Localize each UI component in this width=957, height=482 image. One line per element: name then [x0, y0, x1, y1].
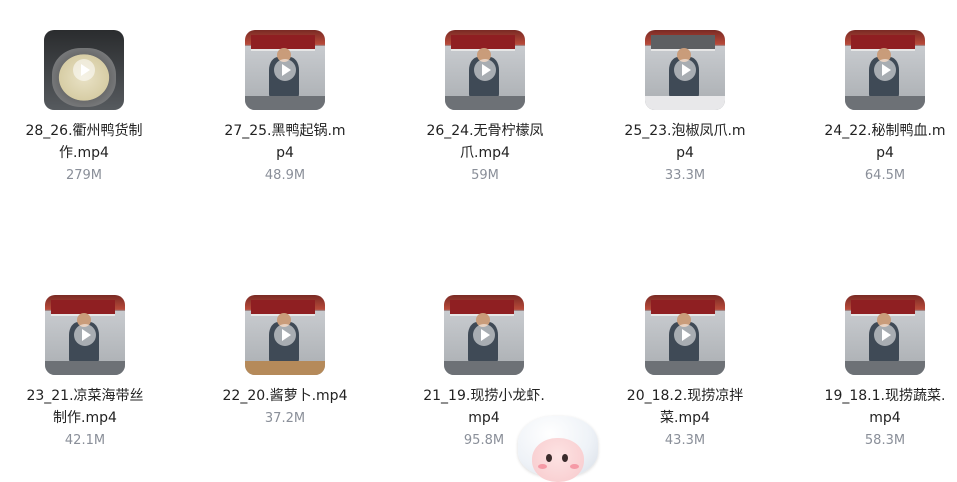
video-thumbnail[interactable]: [645, 30, 725, 110]
file-item[interactable]: 26_24.无骨柠檬凤爪.mp4 59M: [405, 30, 565, 188]
file-size: 43.3M: [664, 433, 706, 448]
file-name[interactable]: 19_18.1.现捞蔬菜.mp4: [821, 385, 949, 429]
video-thumbnail[interactable]: [645, 295, 725, 375]
file-name[interactable]: 24_22.秘制鸭血.mp4: [821, 120, 949, 164]
video-thumbnail[interactable]: [245, 30, 325, 110]
file-name[interactable]: 22_20.酱萝卜.mp4: [210, 385, 360, 407]
file-size: 64.5M: [864, 168, 906, 183]
file-grid: 28_26.衢州鸭货制作.mp4 279M 27_25.黑鸭起锅.mp4 48.…: [0, 0, 957, 473]
file-item[interactable]: 20_18.2.现捞凉拌菜.mp4 43.3M: [605, 295, 765, 453]
file-name[interactable]: 20_18.2.现捞凉拌菜.mp4: [621, 385, 749, 429]
file-item[interactable]: 25_23.泡椒凤爪.mp4 33.3M: [605, 30, 765, 188]
play-icon[interactable]: [874, 324, 896, 346]
file-size: 37.2M: [264, 411, 306, 426]
assistant-mascot-icon[interactable]: [516, 412, 600, 482]
file-name[interactable]: 28_26.衢州鸭货制作.mp4: [20, 120, 148, 164]
video-thumbnail[interactable]: [445, 30, 525, 110]
play-icon[interactable]: [473, 324, 495, 346]
file-item[interactable]: 22_20.酱萝卜.mp4 37.2M: [205, 295, 365, 431]
play-icon[interactable]: [274, 324, 296, 346]
play-icon[interactable]: [674, 324, 696, 346]
file-size: 33.3M: [664, 168, 706, 183]
file-size: 59M: [471, 168, 499, 183]
file-item[interactable]: 19_18.1.现捞蔬菜.mp4 58.3M: [805, 295, 957, 453]
play-icon[interactable]: [674, 59, 696, 81]
file-size: 58.3M: [864, 433, 906, 448]
video-thumbnail[interactable]: [845, 295, 925, 375]
file-size: 279M: [65, 168, 103, 183]
video-thumbnail[interactable]: [245, 295, 325, 375]
file-item[interactable]: 23_21.凉菜海带丝制作.mp4 42.1M: [5, 295, 165, 453]
video-thumbnail[interactable]: [444, 295, 524, 375]
play-icon[interactable]: [74, 324, 96, 346]
play-icon[interactable]: [474, 59, 496, 81]
file-item[interactable]: 27_25.黑鸭起锅.mp4 48.9M: [205, 30, 365, 188]
file-item[interactable]: 28_26.衢州鸭货制作.mp4 279M: [4, 30, 164, 188]
video-thumbnail[interactable]: [45, 295, 125, 375]
file-name[interactable]: 23_21.凉菜海带丝制作.mp4: [21, 385, 149, 429]
file-size: 42.1M: [64, 433, 106, 448]
play-icon[interactable]: [73, 59, 95, 81]
file-item[interactable]: 24_22.秘制鸭血.mp4 64.5M: [805, 30, 957, 188]
file-name[interactable]: 25_23.泡椒凤爪.mp4: [621, 120, 749, 164]
file-name[interactable]: 27_25.黑鸭起锅.mp4: [221, 120, 349, 164]
video-thumbnail[interactable]: [44, 30, 124, 110]
file-size: 48.9M: [264, 168, 306, 183]
play-icon[interactable]: [874, 59, 896, 81]
video-thumbnail[interactable]: [845, 30, 925, 110]
play-icon[interactable]: [274, 59, 296, 81]
file-name[interactable]: 26_24.无骨柠檬凤爪.mp4: [421, 120, 549, 164]
